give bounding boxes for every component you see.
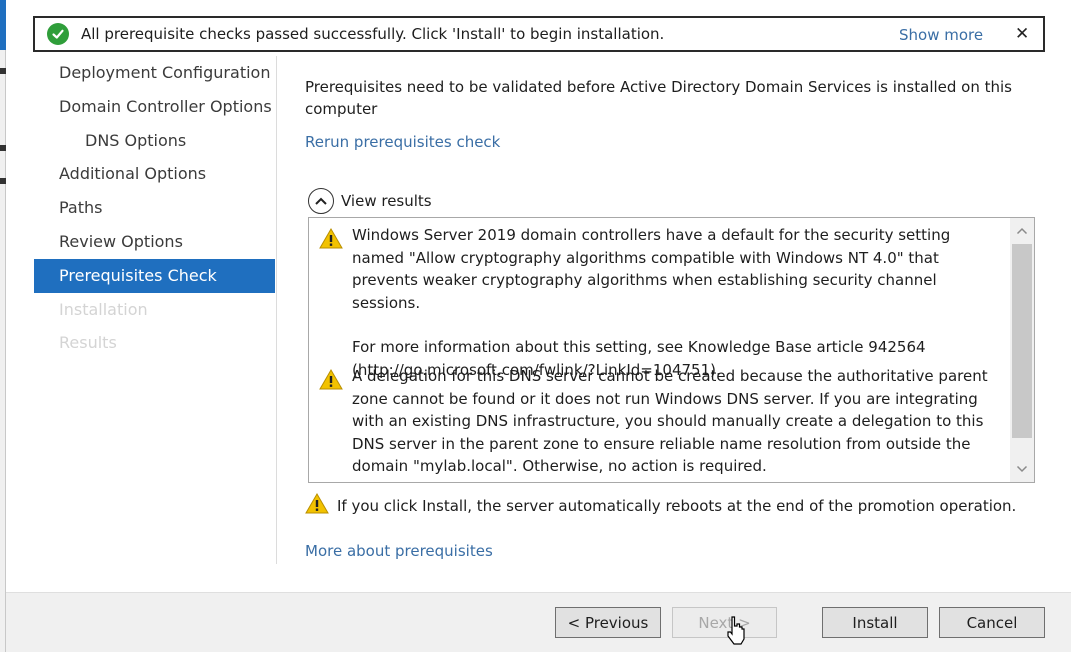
nav-divider <box>276 56 277 564</box>
result-message: Windows Server 2019 domain controllers h… <box>352 224 1002 381</box>
warning-icon <box>305 493 329 518</box>
nav-item-results: Results <box>59 333 117 353</box>
nav-item-paths[interactable]: Paths <box>34 191 275 225</box>
result-paragraph: A delegation for this DNS server cannot … <box>352 367 988 475</box>
show-more-link[interactable]: Show more <box>899 26 983 44</box>
window-edge-mark <box>0 178 6 184</box>
more-about-prerequisites-link[interactable]: More about prerequisites <box>305 542 493 560</box>
warning-icon <box>319 369 343 394</box>
close-icon[interactable]: ✕ <box>1015 24 1029 44</box>
nav-item-additional-options[interactable]: Additional Options <box>34 157 275 191</box>
previous-button[interactable]: < Previous <box>555 607 661 638</box>
nav-item-installation: Installation <box>59 299 148 319</box>
nav-item-review-options[interactable]: Review Options <box>34 225 275 259</box>
nav-item-deployment-configuration[interactable]: Deployment Configuration <box>34 56 275 90</box>
wizard-footer: < Previous Next > Install Cancel <box>6 592 1071 652</box>
scroll-down-arrow-icon[interactable] <box>1010 458 1034 480</box>
window-edge-mark <box>0 68 6 74</box>
check-circle-icon <box>47 23 69 45</box>
scroll-thumb[interactable] <box>1012 244 1032 438</box>
wizard-nav: Deployment Configuration Domain Controll… <box>34 56 275 360</box>
reboot-warning: If you click Install, the server automat… <box>305 493 1016 518</box>
intro-text: Prerequisites need to be validated befor… <box>305 78 1012 118</box>
view-results-label: View results <box>341 192 432 210</box>
window-edge <box>0 0 6 652</box>
reboot-warning-text: If you click Install, the server automat… <box>337 496 1017 515</box>
warning-icon <box>319 228 343 253</box>
view-results-toggle[interactable]: View results <box>308 188 432 214</box>
next-button: Next > <box>672 607 777 638</box>
window-edge-accent <box>0 0 6 50</box>
notification-message: All prerequisite checks passed successfu… <box>81 25 665 43</box>
nav-item-dns-options[interactable]: DNS Options <box>34 124 275 158</box>
results-list: Windows Server 2019 domain controllers h… <box>308 217 1035 483</box>
nav-item-prerequisites-check[interactable]: Prerequisites Check <box>34 258 275 293</box>
install-button[interactable]: Install <box>822 607 928 638</box>
window-edge-mark <box>0 145 6 151</box>
cancel-button[interactable]: Cancel <box>939 607 1045 638</box>
notification-bar: All prerequisite checks passed successfu… <box>33 16 1045 52</box>
result-message: A delegation for this DNS server cannot … <box>352 365 1002 478</box>
results-scrollbar[interactable] <box>1010 218 1034 482</box>
result-paragraph: Windows Server 2019 domain controllers h… <box>352 226 951 312</box>
rerun-prerequisites-link[interactable]: Rerun prerequisites check <box>305 133 500 151</box>
chevron-up-icon[interactable] <box>308 188 334 214</box>
scroll-up-arrow-icon[interactable] <box>1010 220 1034 242</box>
nav-item-domain-controller-options[interactable]: Domain Controller Options <box>34 90 275 124</box>
